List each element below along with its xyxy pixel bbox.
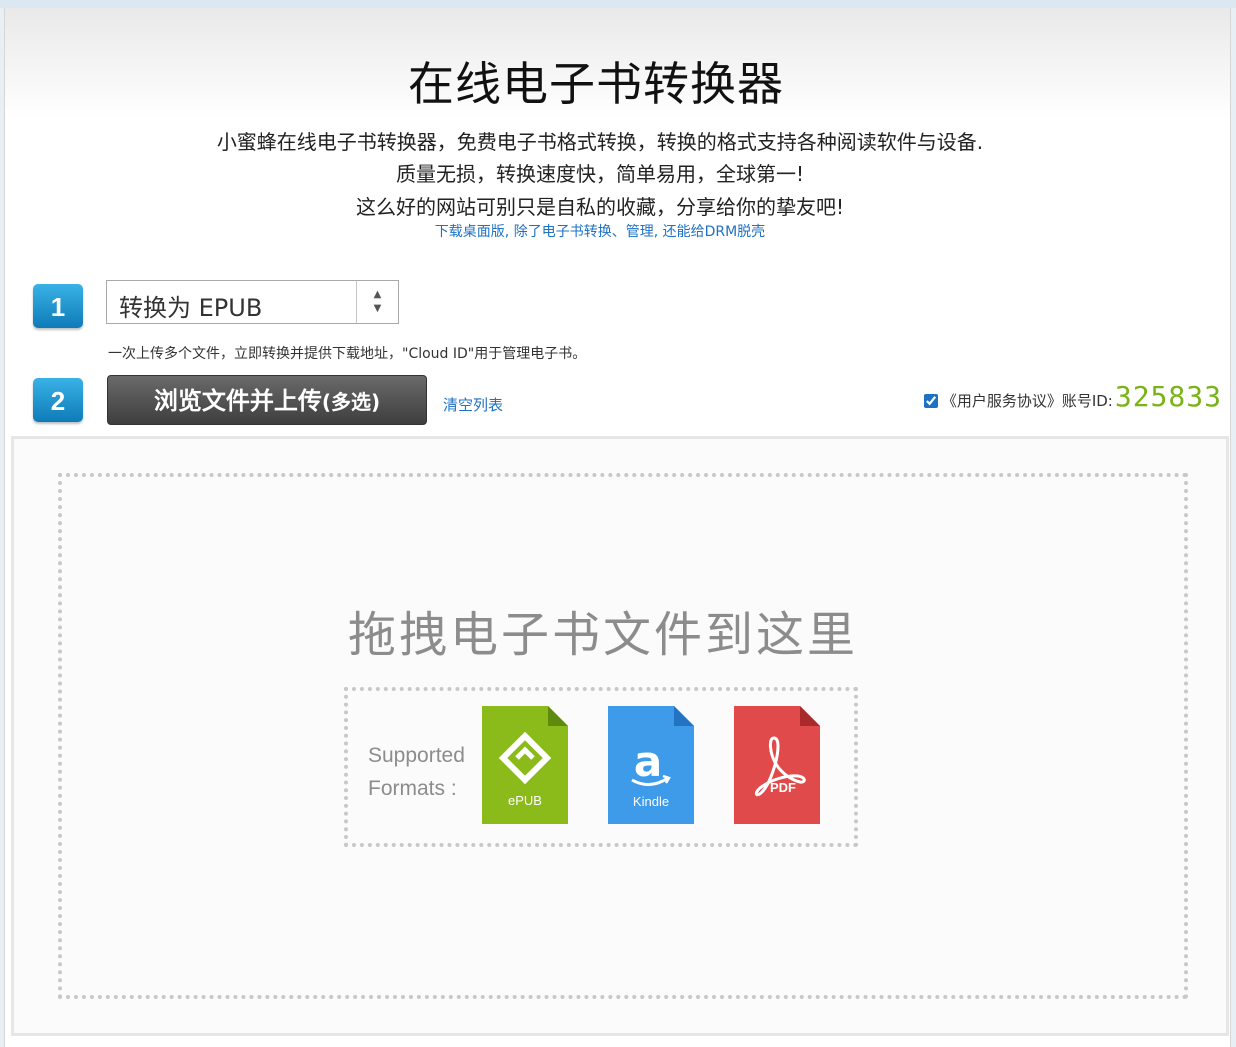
supported-line-2: Formats : bbox=[368, 777, 457, 800]
upload-button-suffix: (多选) bbox=[321, 390, 381, 414]
upload-hint: 一次上传多个文件，立即转换并提供下载地址，"Cloud ID"用于管理电子书。 bbox=[108, 346, 587, 362]
epub-icon-label: ePUB bbox=[508, 793, 542, 808]
drop-zone[interactable]: 拖拽电子书文件到这里 Supported Formats : ePUB a Ki… bbox=[58, 473, 1188, 999]
kindle-icon: a Kindle bbox=[608, 706, 694, 824]
download-desktop-link[interactable]: 下载桌面版, 除了电子书转换、管理, 还能给DRM脱壳 bbox=[5, 221, 1195, 241]
epub-icon: ePUB bbox=[482, 706, 568, 824]
top-strip bbox=[0, 0, 1236, 8]
supported-formats-box: Supported Formats : ePUB a Kindle PDF bbox=[344, 687, 858, 847]
kindle-icon-label: Kindle bbox=[633, 794, 669, 809]
pdf-icon-label: PDF bbox=[770, 780, 796, 795]
description-line-1: 小蜜蜂在线电子书转换器，免费电子书格式转换，转换的格式支持各种阅读软件与设备. bbox=[216, 130, 984, 154]
page-title: 在线电子书转换器 bbox=[408, 57, 784, 111]
agreement-row: 《用户服务协议》账号ID: 325833 bbox=[923, 380, 1222, 413]
supported-formats-label: Supported Formats : bbox=[368, 739, 465, 805]
select-arrows-icon: ▲ ▼ bbox=[356, 281, 398, 323]
pdf-icon: PDF bbox=[734, 706, 820, 824]
drop-zone-text: 拖拽电子书文件到这里 bbox=[347, 607, 858, 663]
format-select[interactable]: 转换为 EPUB ▲ ▼ bbox=[106, 280, 399, 324]
step-2-badge: 2 bbox=[33, 378, 83, 422]
description-line-3: 这么好的网站可别只是自私的收藏，分享给你的挚友吧! bbox=[355, 195, 845, 219]
format-select-value: 转换为 EPUB bbox=[119, 294, 263, 322]
page-container: 在线电子书转换器 小蜜蜂在线电子书转换器，免费电子书格式转换，转换的格式支持各种… bbox=[4, 8, 1231, 1047]
drop-panel[interactable]: 拖拽电子书文件到这里 Supported Formats : ePUB a Ki… bbox=[11, 436, 1229, 1036]
description-line-2: 质量无损，转换速度快，简单易用，全球第一! bbox=[395, 162, 805, 186]
browse-upload-button[interactable]: 浏览文件并上传(多选) bbox=[107, 375, 427, 425]
upload-button-label: 浏览文件并上传 bbox=[153, 387, 322, 415]
clear-list-link[interactable]: 清空列表 bbox=[443, 394, 503, 415]
svg-text:a: a bbox=[634, 737, 662, 786]
agreement-checkbox[interactable] bbox=[923, 394, 938, 408]
account-id: 325833 bbox=[1114, 380, 1222, 413]
agreement-label[interactable]: 《用户服务协议》账号ID: bbox=[942, 390, 1113, 411]
step-1-badge: 1 bbox=[33, 284, 83, 328]
supported-line-1: Supported bbox=[368, 744, 465, 767]
